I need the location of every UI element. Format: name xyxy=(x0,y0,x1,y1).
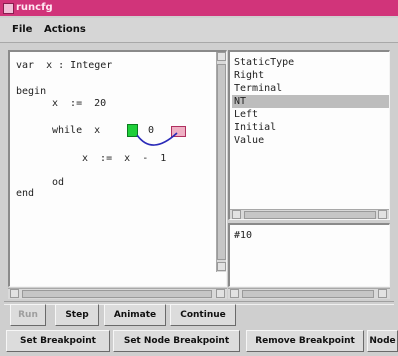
scroll-thumb[interactable] xyxy=(22,290,212,298)
set-node-breakpoint-button[interactable]: Set Node Breakpoint xyxy=(113,330,240,352)
code-line-4: while x xyxy=(52,125,101,136)
scroll-right-arrow-icon[interactable] xyxy=(216,289,225,298)
node-button[interactable]: Node xyxy=(367,330,398,352)
list-item-static-type[interactable]: StaticType xyxy=(232,56,389,69)
code-line-2: begin xyxy=(16,86,47,97)
code-line-1: var x : Integer xyxy=(16,60,113,71)
value-text: #10 xyxy=(234,230,253,241)
remove-breakpoint-button[interactable]: Remove Breakpoint xyxy=(246,330,364,352)
code-line-8: end xyxy=(16,188,35,199)
scroll-thumb[interactable] xyxy=(244,211,376,219)
scroll-up-arrow-icon[interactable] xyxy=(217,52,226,61)
scroll-left-arrow-icon[interactable] xyxy=(10,289,19,298)
list-item-value[interactable]: Value xyxy=(232,134,389,147)
code-line-7: od xyxy=(52,177,65,188)
list-item-nt[interactable]: NT xyxy=(232,95,389,108)
scroll-thumb[interactable] xyxy=(217,64,226,260)
list-item-terminal[interactable]: Terminal xyxy=(232,82,389,95)
code-line-6: x := x - 1 xyxy=(82,153,167,164)
menu-bar: File Actions xyxy=(0,18,398,43)
code-vertical-scrollbar[interactable] xyxy=(216,52,226,272)
type-list-panel[interactable]: StaticType Right Terminal NT Left Initia… xyxy=(228,50,390,220)
code-horizontal-scrollbar[interactable] xyxy=(8,288,227,299)
value-panel[interactable]: #10 xyxy=(228,223,390,287)
window-menu-icon[interactable] xyxy=(3,3,14,14)
code-line-3: x := 20 xyxy=(52,98,107,109)
scroll-left-arrow-icon[interactable] xyxy=(230,289,239,298)
menu-actions[interactable]: Actions xyxy=(44,24,86,35)
window-title: runcfg xyxy=(16,2,53,13)
run-button[interactable]: Run xyxy=(10,304,46,326)
scroll-thumb[interactable] xyxy=(242,290,374,298)
scroll-right-arrow-icon[interactable] xyxy=(378,210,387,219)
continue-button[interactable]: Continue xyxy=(170,304,236,326)
menu-file[interactable]: File xyxy=(12,24,32,35)
animate-button[interactable]: Animate xyxy=(104,304,166,326)
scroll-right-arrow-icon[interactable] xyxy=(378,289,387,298)
set-breakpoint-button[interactable]: Set Breakpoint xyxy=(6,330,110,352)
edge-arc-icon xyxy=(136,132,178,146)
scroll-down-arrow-icon[interactable] xyxy=(217,262,226,271)
list-item-initial[interactable]: Initial xyxy=(232,121,389,134)
title-bar: runcfg xyxy=(0,0,398,16)
scroll-left-arrow-icon[interactable] xyxy=(232,210,241,219)
list-item-right[interactable]: Right xyxy=(232,69,389,82)
type-list-horizontal-scrollbar[interactable] xyxy=(230,209,389,219)
step-button[interactable]: Step xyxy=(55,304,99,326)
value-horizontal-scrollbar[interactable] xyxy=(228,288,390,299)
list-item-left[interactable]: Left xyxy=(232,108,389,121)
code-panel[interactable]: var x : Integer begin x := 20 while x 0 … xyxy=(8,50,227,287)
